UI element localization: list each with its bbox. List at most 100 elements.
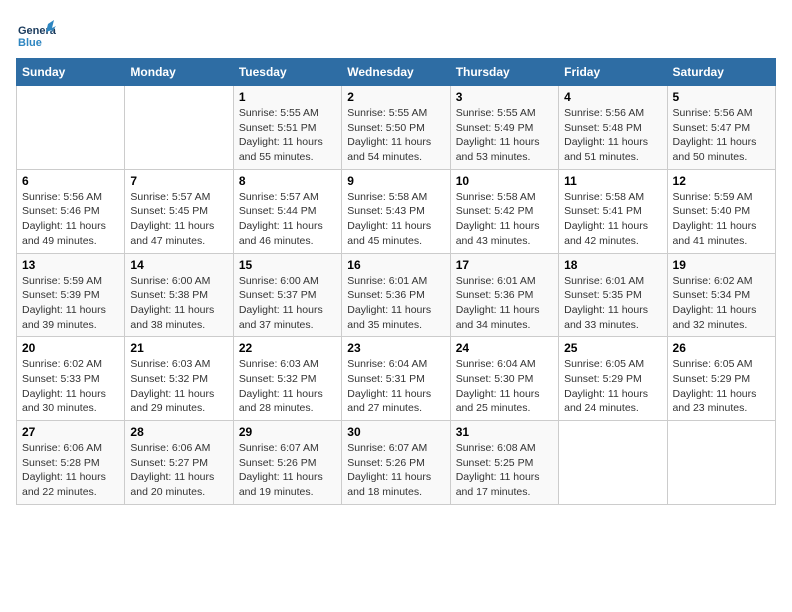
column-header-tuesday: Tuesday: [233, 59, 341, 86]
day-number: 2: [347, 90, 444, 104]
day-number: 18: [564, 258, 661, 272]
logo-icon: General Blue: [16, 16, 48, 48]
day-info: Sunrise: 6:01 AM Sunset: 5:35 PM Dayligh…: [564, 274, 661, 333]
day-info: Sunrise: 6:08 AM Sunset: 5:25 PM Dayligh…: [456, 441, 553, 500]
day-cell: 23 Sunrise: 6:04 AM Sunset: 5:31 PM Dayli…: [342, 337, 450, 421]
day-cell: 22 Sunrise: 6:03 AM Sunset: 5:32 PM Dayli…: [233, 337, 341, 421]
day-cell: 25 Sunrise: 6:05 AM Sunset: 5:29 PM Dayli…: [559, 337, 667, 421]
day-info: Sunrise: 6:04 AM Sunset: 5:31 PM Dayligh…: [347, 357, 444, 416]
day-number: 19: [673, 258, 770, 272]
day-cell: 31 Sunrise: 6:08 AM Sunset: 5:25 PM Dayli…: [450, 421, 558, 505]
day-number: 13: [22, 258, 119, 272]
day-number: 12: [673, 174, 770, 188]
day-number: 14: [130, 258, 227, 272]
day-info: Sunrise: 6:04 AM Sunset: 5:30 PM Dayligh…: [456, 357, 553, 416]
day-info: Sunrise: 6:02 AM Sunset: 5:33 PM Dayligh…: [22, 357, 119, 416]
day-cell: 15Sunrise: 6:00 AM Sunset: 5:37 PM Dayli…: [233, 253, 341, 337]
day-cell: 18 Sunrise: 6:01 AM Sunset: 5:35 PM Dayli…: [559, 253, 667, 337]
day-number: 6: [22, 174, 119, 188]
day-number: 29: [239, 425, 336, 439]
day-info: Sunrise: 6:01 AM Sunset: 5:36 PM Dayligh…: [347, 274, 444, 333]
day-cell: 11Sunrise: 5:58 AM Sunset: 5:41 PM Dayli…: [559, 169, 667, 253]
day-info: Sunrise: 5:56 AM Sunset: 5:48 PM Dayligh…: [564, 106, 661, 165]
day-cell: 5Sunrise: 5:56 AM Sunset: 5:47 PM Daylig…: [667, 86, 775, 170]
day-cell: 6Sunrise: 5:56 AM Sunset: 5:46 PM Daylig…: [17, 169, 125, 253]
day-cell: 20 Sunrise: 6:02 AM Sunset: 5:33 PM Dayli…: [17, 337, 125, 421]
column-header-wednesday: Wednesday: [342, 59, 450, 86]
day-info: Sunrise: 5:55 AM Sunset: 5:49 PM Dayligh…: [456, 106, 553, 165]
day-number: 17: [456, 258, 553, 272]
day-info: Sunrise: 6:06 AM Sunset: 5:27 PM Dayligh…: [130, 441, 227, 500]
day-number: 7: [130, 174, 227, 188]
day-number: 31: [456, 425, 553, 439]
week-row-3: 13 Sunrise: 5:59 AM Sunset: 5:39 PM Dayli…: [17, 253, 776, 337]
day-info: Sunrise: 5:58 AM Sunset: 5:43 PM Dayligh…: [347, 190, 444, 249]
day-info: Sunrise: 6:00 AM Sunset: 5:37 PM Dayligh…: [239, 274, 336, 333]
day-cell: 29Sunrise: 6:07 AM Sunset: 5:26 PM Dayli…: [233, 421, 341, 505]
day-info: Sunrise: 6:05 AM Sunset: 5:29 PM Dayligh…: [564, 357, 661, 416]
day-cell: [125, 86, 233, 170]
day-cell: 7 Sunrise: 5:57 AM Sunset: 5:45 PM Daylig…: [125, 169, 233, 253]
day-number: 24: [456, 341, 553, 355]
logo: General Blue: [16, 16, 48, 48]
day-info: Sunrise: 5:55 AM Sunset: 5:51 PM Dayligh…: [239, 106, 336, 165]
day-cell: [17, 86, 125, 170]
day-number: 26: [673, 341, 770, 355]
day-info: Sunrise: 6:06 AM Sunset: 5:28 PM Dayligh…: [22, 441, 119, 500]
day-info: Sunrise: 6:00 AM Sunset: 5:38 PM Dayligh…: [130, 274, 227, 333]
day-number: 9: [347, 174, 444, 188]
column-header-saturday: Saturday: [667, 59, 775, 86]
day-cell: 9 Sunrise: 5:58 AM Sunset: 5:43 PM Daylig…: [342, 169, 450, 253]
day-info: Sunrise: 5:59 AM Sunset: 5:40 PM Dayligh…: [673, 190, 770, 249]
day-number: 28: [130, 425, 227, 439]
day-number: 20: [22, 341, 119, 355]
day-cell: 10 Sunrise: 5:58 AM Sunset: 5:42 PM Dayli…: [450, 169, 558, 253]
day-cell: 12 Sunrise: 5:59 AM Sunset: 5:40 PM Dayli…: [667, 169, 775, 253]
page-header: General Blue: [16, 16, 776, 48]
day-info: Sunrise: 5:58 AM Sunset: 5:41 PM Dayligh…: [564, 190, 661, 249]
day-cell: 2 Sunrise: 5:55 AM Sunset: 5:50 PM Daylig…: [342, 86, 450, 170]
day-info: Sunrise: 5:55 AM Sunset: 5:50 PM Dayligh…: [347, 106, 444, 165]
day-cell: 14 Sunrise: 6:00 AM Sunset: 5:38 PM Dayli…: [125, 253, 233, 337]
day-number: 4: [564, 90, 661, 104]
day-number: 10: [456, 174, 553, 188]
day-cell: 19 Sunrise: 6:02 AM Sunset: 5:34 PM Dayli…: [667, 253, 775, 337]
day-cell: 16 Sunrise: 6:01 AM Sunset: 5:36 PM Dayli…: [342, 253, 450, 337]
column-header-sunday: Sunday: [17, 59, 125, 86]
column-header-monday: Monday: [125, 59, 233, 86]
day-cell: 21Sunrise: 6:03 AM Sunset: 5:32 PM Dayli…: [125, 337, 233, 421]
day-info: Sunrise: 5:57 AM Sunset: 5:44 PM Dayligh…: [239, 190, 336, 249]
day-cell: 24 Sunrise: 6:04 AM Sunset: 5:30 PM Dayli…: [450, 337, 558, 421]
day-number: 22: [239, 341, 336, 355]
day-number: 16: [347, 258, 444, 272]
day-number: 5: [673, 90, 770, 104]
day-cell: 1 Sunrise: 5:55 AM Sunset: 5:51 PM Daylig…: [233, 86, 341, 170]
day-info: Sunrise: 6:07 AM Sunset: 5:26 PM Dayligh…: [347, 441, 444, 500]
day-info: Sunrise: 5:59 AM Sunset: 5:39 PM Dayligh…: [22, 274, 119, 333]
svg-text:Blue: Blue: [18, 37, 42, 49]
week-row-5: 27 Sunrise: 6:06 AM Sunset: 5:28 PM Dayli…: [17, 421, 776, 505]
day-number: 25: [564, 341, 661, 355]
day-number: 30: [347, 425, 444, 439]
day-cell: 17 Sunrise: 6:01 AM Sunset: 5:36 PM Dayli…: [450, 253, 558, 337]
day-number: 8: [239, 174, 336, 188]
day-info: Sunrise: 5:57 AM Sunset: 5:45 PM Dayligh…: [130, 190, 227, 249]
day-info: Sunrise: 6:02 AM Sunset: 5:34 PM Dayligh…: [673, 274, 770, 333]
column-header-friday: Friday: [559, 59, 667, 86]
day-cell: 30 Sunrise: 6:07 AM Sunset: 5:26 PM Dayli…: [342, 421, 450, 505]
week-row-4: 20 Sunrise: 6:02 AM Sunset: 5:33 PM Dayli…: [17, 337, 776, 421]
header-row: SundayMondayTuesdayWednesdayThursdayFrid…: [17, 59, 776, 86]
day-cell: 3Sunrise: 5:55 AM Sunset: 5:49 PM Daylig…: [450, 86, 558, 170]
day-cell: 8 Sunrise: 5:57 AM Sunset: 5:44 PM Daylig…: [233, 169, 341, 253]
day-number: 21: [130, 341, 227, 355]
day-number: 27: [22, 425, 119, 439]
day-number: 23: [347, 341, 444, 355]
day-info: Sunrise: 6:03 AM Sunset: 5:32 PM Dayligh…: [239, 357, 336, 416]
day-info: Sunrise: 6:01 AM Sunset: 5:36 PM Dayligh…: [456, 274, 553, 333]
day-cell: [667, 421, 775, 505]
week-row-2: 6Sunrise: 5:56 AM Sunset: 5:46 PM Daylig…: [17, 169, 776, 253]
day-number: 1: [239, 90, 336, 104]
day-info: Sunrise: 5:58 AM Sunset: 5:42 PM Dayligh…: [456, 190, 553, 249]
calendar-table: SundayMondayTuesdayWednesdayThursdayFrid…: [16, 58, 776, 505]
column-header-thursday: Thursday: [450, 59, 558, 86]
